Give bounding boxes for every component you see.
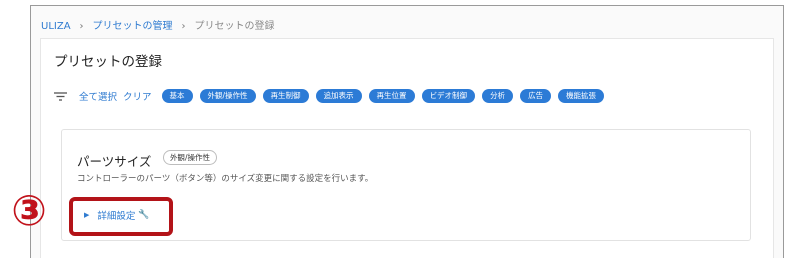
annotation-step-number: ③: [11, 186, 47, 235]
annotation-highlight-box: [69, 197, 173, 236]
page-title: プリセットの登録: [54, 54, 162, 70]
filter-chip-analytics[interactable]: 分析: [482, 89, 514, 103]
parts-size-title: パーツサイズ: [77, 154, 152, 169]
breadcrumb: ULIZA › プリセットの管理 › プリセットの登録: [41, 17, 275, 32]
parts-size-description: コントローラーのパーツ（ボタン等）のサイズ変更に関する設定を行います。: [77, 174, 374, 184]
filter-chip-additional-display[interactable]: 追加表示: [315, 89, 362, 103]
filter-chip-video-control[interactable]: ビデオ制御: [421, 89, 476, 103]
filter-row: 全て選択 クリア 基本 外観/操作性 再生制御 追加表示 再生位置 ビデオ制御 …: [54, 88, 611, 104]
filter-chip-ads[interactable]: 広告: [520, 89, 552, 103]
breadcrumb-preset-manage-link[interactable]: プリセットの管理: [93, 21, 173, 32]
breadcrumb-current: プリセットの登録: [194, 21, 275, 32]
breadcrumb-separator: ›: [79, 21, 84, 32]
filter-chip-playback-position[interactable]: 再生位置: [368, 89, 415, 103]
breadcrumb-separator: ›: [181, 21, 186, 32]
filter-chip-playback-control[interactable]: 再生制御: [262, 89, 309, 103]
filter-chip-basic[interactable]: 基本: [161, 89, 193, 103]
breadcrumb-home-link[interactable]: ULIZA: [41, 21, 71, 32]
category-badge: 外観/操作性: [163, 150, 218, 165]
select-all-link[interactable]: 全て選択: [79, 89, 117, 103]
filter-list-icon[interactable]: [54, 91, 67, 101]
clear-link[interactable]: クリア: [123, 89, 152, 103]
filter-chip-appearance[interactable]: 外観/操作性: [199, 89, 256, 103]
filter-chip-extensions[interactable]: 機能拡張: [558, 89, 605, 103]
